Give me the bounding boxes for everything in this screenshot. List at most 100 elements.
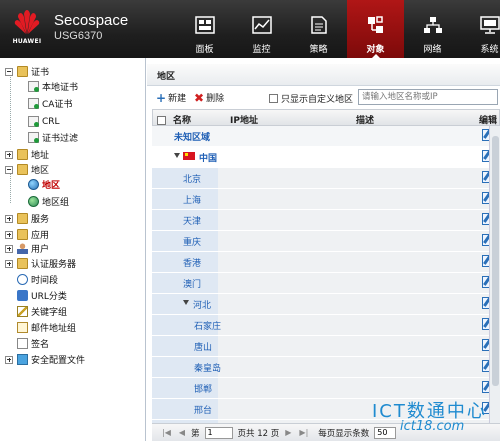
region-name[interactable]: 中国 (199, 151, 217, 164)
table-row[interactable]: 香港 (152, 252, 500, 272)
tree-node-url-category[interactable]: URL分类 (17, 288, 67, 303)
object-tree-sidebar: 证书 本地证书 CA证书 CRL 证书过滤 地址 地区 地区 地区组 服务 应用… (0, 58, 146, 441)
tree-guide-line (10, 73, 11, 140)
region-name[interactable]: 上海 (183, 193, 201, 206)
region-name[interactable]: 邢台 (194, 403, 212, 416)
tree-node-keyword-group[interactable]: 关键字组 (17, 304, 67, 319)
new-button[interactable]: + 新建 (156, 91, 187, 105)
row-data-cell (218, 168, 500, 188)
table-row[interactable]: 唐山 (152, 336, 500, 356)
last-page-icon[interactable]: ▶| (299, 428, 308, 437)
scrollbar-thumb[interactable] (492, 136, 499, 386)
table-row[interactable]: 邢台 (152, 399, 500, 419)
expand-toggle-icon[interactable] (5, 214, 13, 223)
nav-system[interactable]: 系统 (461, 0, 500, 58)
row-data-cell (218, 378, 500, 398)
column-header-name[interactable]: 名称 (173, 113, 191, 126)
tree-label: 地区组 (42, 198, 70, 208)
tree-guide-line (10, 173, 11, 203)
nav-policy-label: 策略 (309, 45, 328, 55)
tree-node-cert-filter[interactable]: 证书过滤 (28, 130, 78, 145)
region-name[interactable]: 天津 (183, 214, 201, 227)
region-name[interactable]: 石家庄 (194, 319, 221, 332)
custom-only-checkbox[interactable] (269, 94, 278, 103)
table-row[interactable]: 秦皇岛 (152, 357, 500, 377)
tree-node-auth-server[interactable]: 认证服务器 (5, 256, 76, 271)
prev-page-icon[interactable]: ◀ (179, 428, 185, 437)
collapse-toggle-icon[interactable] (5, 165, 13, 174)
region-name[interactable]: 邯郸 (194, 382, 212, 395)
expand-toggle-icon[interactable] (5, 150, 13, 159)
custom-only-toggle[interactable]: 只显示自定义地区 (269, 92, 353, 105)
tree-label: 签名 (31, 340, 50, 350)
nav-dashboard[interactable]: 面板 (176, 0, 233, 58)
region-name[interactable]: 重庆 (183, 235, 201, 248)
expand-toggle-icon[interactable] (5, 355, 13, 364)
delete-x-icon: ✖ (194, 90, 205, 105)
column-header-ip[interactable]: IP地址 (230, 113, 258, 126)
tree-node-region[interactable]: 地区 (5, 162, 49, 177)
nav-policy[interactable]: 策略 (290, 0, 347, 58)
region-name[interactable]: 秦皇岛 (194, 361, 221, 374)
column-header-description[interactable]: 描述 (356, 113, 374, 126)
tree-node-cert[interactable]: 证书 (5, 64, 49, 79)
tree-node-crl[interactable]: CRL (28, 114, 60, 129)
row-data-cell (218, 399, 500, 419)
tree-node-local-cert[interactable]: 本地证书 (28, 79, 78, 94)
expand-toggle-icon[interactable] (5, 259, 13, 268)
tree-node-region-group[interactable]: 地区组 (28, 194, 69, 209)
policy-document-icon (311, 16, 327, 34)
region-name[interactable]: 唐山 (194, 340, 212, 353)
table-row[interactable]: 天津 (152, 210, 500, 230)
nav-monitor[interactable]: 监控 (233, 0, 290, 58)
next-page-icon[interactable]: ▶ (285, 428, 291, 437)
top-header: HUAWEI Secospace USG6370 面板 监控 策略 对象 网络 … (0, 0, 500, 59)
custom-only-label: 只显示自定义地区 (281, 95, 354, 105)
region-name[interactable]: 河北 (193, 298, 211, 311)
tree-node-time-range[interactable]: 时间段 (17, 272, 58, 287)
tree-label: 安全配置文件 (31, 356, 86, 366)
nav-network[interactable]: 网络 (404, 0, 461, 58)
table-row[interactable]: 石家庄 (152, 315, 500, 335)
pagination-bar: |◀ ◀ 第 页共 12 页 ▶ ▶| 每页显示条数 (152, 423, 500, 441)
table-row[interactable]: 未知区域 (152, 126, 500, 146)
huawei-logo: HUAWEI (6, 6, 48, 52)
table-row[interactable]: 澳门 (152, 273, 500, 293)
nav-object[interactable]: 对象 (347, 0, 404, 59)
expand-toggle-icon[interactable] (5, 244, 13, 253)
delete-button[interactable]: ✖ 删除 (194, 90, 224, 105)
first-page-icon[interactable]: |◀ (162, 428, 171, 437)
table-row[interactable]: 中国 (152, 147, 500, 167)
tree-node-signature[interactable]: 签名 (17, 336, 49, 351)
region-name[interactable]: 未知区域 (174, 130, 210, 143)
table-row[interactable]: 重庆 (152, 231, 500, 251)
table-row[interactable]: 上海 (152, 189, 500, 209)
collapse-caret-icon[interactable] (174, 153, 180, 158)
search-input[interactable] (358, 89, 498, 105)
page-number-input[interactable] (204, 426, 233, 439)
new-button-label: 新建 (168, 94, 187, 104)
region-name[interactable]: 澳门 (183, 277, 201, 290)
table-row[interactable]: 邯郸 (152, 378, 500, 398)
tree-node-address[interactable]: 地址 (5, 147, 49, 162)
tree-node-ca-cert[interactable]: CA证书 (28, 96, 72, 111)
collapse-caret-icon[interactable] (183, 300, 189, 305)
region-name[interactable]: 北京 (183, 172, 201, 185)
tree-node-region-selected[interactable]: 地区 (28, 177, 60, 192)
total-pages-label: 页共 12 页 (237, 428, 280, 439)
tree-node-mail-group[interactable]: 邮件地址组 (17, 320, 76, 335)
tree-label: 时间段 (31, 276, 59, 286)
table-row[interactable]: 北京 (152, 168, 500, 188)
table-row[interactable]: 河北 (152, 294, 500, 314)
tree-label: 服务 (31, 215, 50, 225)
tree-node-security-profile[interactable]: 安全配置文件 (5, 352, 85, 367)
tree-node-user[interactable]: 用户 (5, 241, 49, 256)
vertical-scrollbar[interactable] (489, 126, 500, 423)
folder-icon (17, 213, 28, 224)
region-name[interactable]: 香港 (183, 256, 201, 269)
collapse-toggle-icon[interactable] (5, 67, 13, 76)
tree-node-service[interactable]: 服务 (5, 211, 49, 226)
page-size-input[interactable] (374, 426, 397, 439)
tree-node-application[interactable]: 应用 (5, 227, 49, 242)
expand-toggle-icon[interactable] (5, 230, 13, 239)
